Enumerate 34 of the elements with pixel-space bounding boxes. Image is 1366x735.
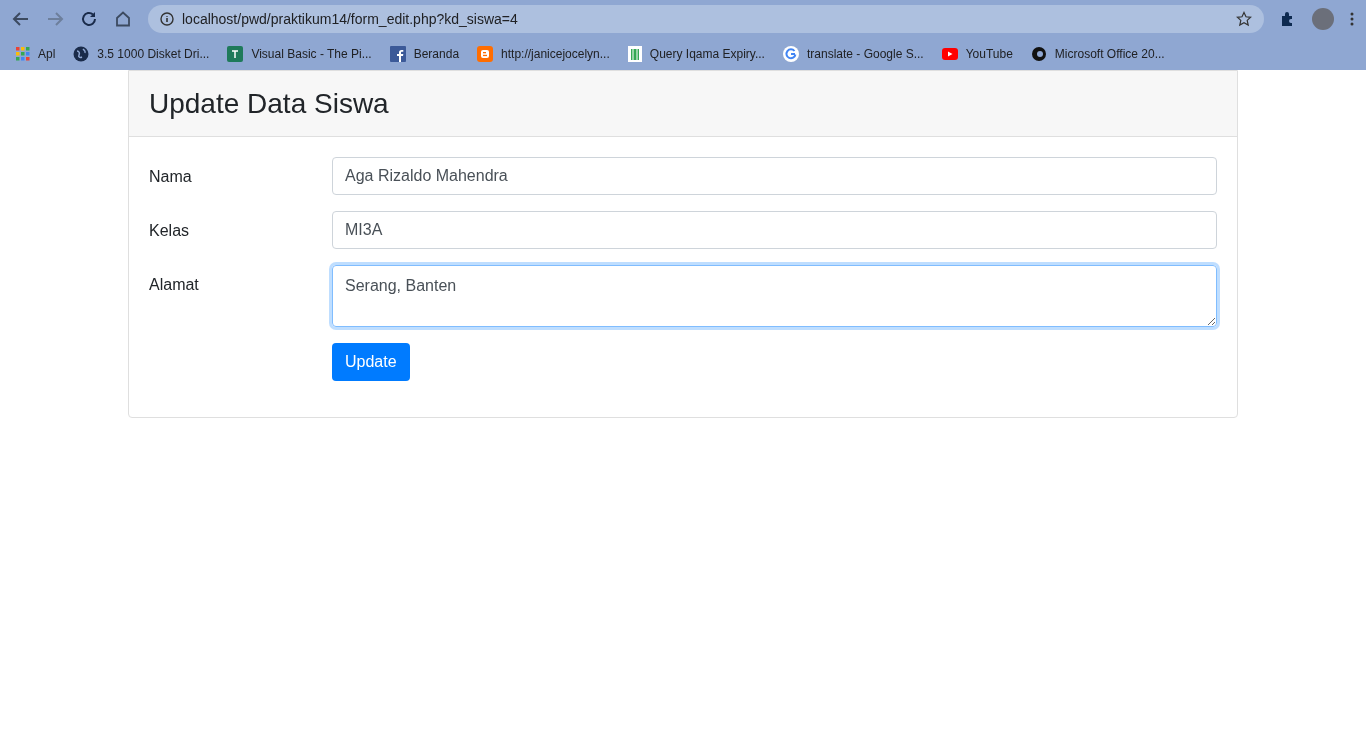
blogger-icon — [477, 46, 494, 62]
field-label: Kelas — [149, 221, 191, 241]
bookmark-link[interactable]: Apl — [38, 45, 56, 63]
dark-circle-icon — [1030, 46, 1047, 62]
bookmark-link[interactable]: Microsoft Office 20... — [1054, 45, 1165, 63]
info-icon — [160, 12, 174, 26]
google-icon — [782, 46, 799, 62]
more-options-icon[interactable] — [1350, 12, 1354, 26]
tile-logo-icon — [227, 46, 244, 62]
update-button[interactable]: Update — [332, 343, 410, 381]
star-icon[interactable] — [1236, 11, 1252, 27]
globe-icon — [73, 46, 90, 62]
bookmark-link[interactable]: 3.5 1000 Disket Dri... — [97, 45, 210, 63]
url-text: localhost/pwd/praktikum14/form_edit.php?kd_siswa=4 — [182, 9, 519, 29]
bookmark-link[interactable]: YouTube — [965, 45, 1013, 63]
text-input[interactable]: MI3A — [332, 211, 1217, 249]
bookmark-link[interactable]: translate - Google S... — [806, 45, 924, 63]
address-bar[interactable]: localhost/pwd/praktikum14/form_edit.php?kd_siswa=4 — [148, 5, 1264, 33]
address-textarea[interactable]: Serang, Banten — [332, 265, 1217, 327]
bookmark-link[interactable]: Visual Basic - The Pi... — [251, 45, 372, 63]
field-label: Alamat — [149, 275, 200, 295]
home-icon[interactable] — [114, 10, 132, 28]
reload-icon[interactable] — [80, 10, 98, 28]
bookmark-link[interactable]: Beranda — [413, 45, 460, 63]
back-arrow-icon[interactable] — [12, 10, 30, 28]
field-label: Nama — [149, 167, 193, 187]
bookmark-link[interactable]: Query Iqama Expiry... — [649, 45, 765, 63]
card-title: Update Data Siswa — [149, 86, 389, 121]
sheet-icon — [627, 46, 642, 62]
text-input[interactable]: Aga Rizaldo Mahendra — [332, 157, 1217, 195]
facebook-icon — [389, 46, 406, 62]
apps-grid-icon — [16, 47, 30, 61]
youtube-icon — [941, 48, 958, 60]
bookmark-link[interactable]: http://janicejocelyn... — [501, 45, 610, 63]
